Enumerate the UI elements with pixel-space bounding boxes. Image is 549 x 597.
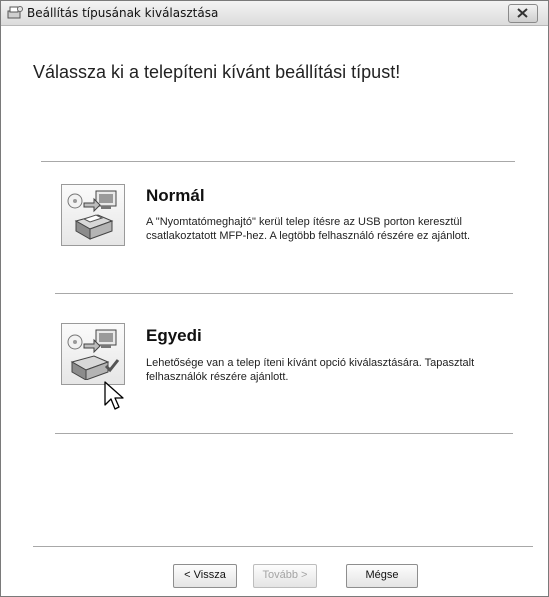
printer-custom-install-icon [67,329,120,380]
printer-install-icon [67,190,117,240]
custom-setup-button[interactable] [61,323,125,385]
normal-desc-line1: A "Nyomtatómeghajtó" kerül telep ítésre … [146,216,462,228]
divider [41,161,515,162]
close-icon [517,8,528,18]
divider [55,293,513,294]
normal-option-description: A "Nyomtatómeghajtó" kerül telep ítésre … [146,215,536,243]
close-button[interactable] [508,4,538,23]
setup-app-icon [7,6,23,19]
cancel-button[interactable]: Mégse [346,564,418,588]
mouse-pointer-icon [104,381,124,410]
footer-divider [33,546,533,547]
title-bar: Beállítás típusának kiválasztása [1,1,548,26]
normal-option-title: Normál [146,186,205,205]
custom-desc-line2: felhasználók részére ajánlott. [146,371,289,383]
custom-option-title: Egyedi [146,326,202,345]
normal-desc-line2: csatlakoztatott MFP-hez. A legtöbb felha… [146,230,471,242]
window-title: Beállítás típusának kiválasztása [27,6,219,20]
page-heading: Válassza ki a telepíteni kívánt beállítá… [33,62,401,82]
back-button[interactable]: < Vissza [173,564,237,588]
normal-setup-button[interactable] [61,184,125,246]
next-button[interactable]: Tovább > [253,564,317,588]
setup-type-dialog: Beállítás típusának kiválasztása Válassz… [0,0,549,597]
custom-desc-line1: Lehetősége van a telep íteni kívánt opci… [146,357,475,369]
custom-option-description: Lehetősége van a telep íteni kívánt opci… [146,356,536,384]
divider [55,433,513,434]
